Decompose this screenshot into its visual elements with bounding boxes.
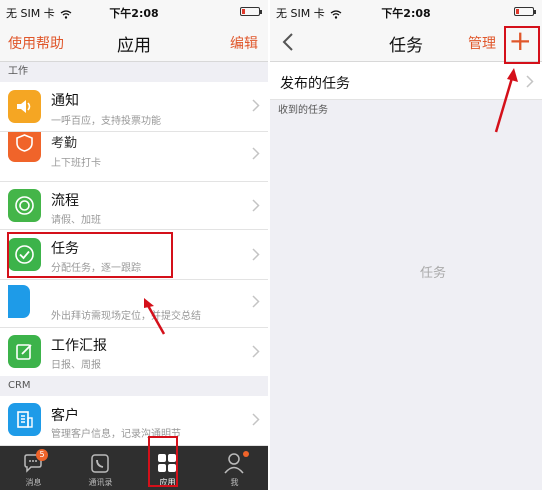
app-name: 流程 [51, 193, 79, 209]
unread-badge: 5 [36, 449, 48, 461]
app-row-attendance[interactable]: 考勤 上下班打卡 [0, 132, 268, 182]
app-row-task[interactable]: 任务 分配任务，逐一跟踪 [0, 230, 268, 280]
page-title: 应用 [117, 36, 151, 56]
app-name: 通知 [51, 93, 79, 109]
app-desc: 分配任务，逐一跟踪 [51, 263, 141, 274]
check-circle-icon [8, 238, 41, 271]
notification-dot [243, 451, 249, 457]
task-list-empty-area: 任务 [270, 122, 542, 490]
app-name: 任务 [51, 241, 79, 257]
app-desc: 上下班打卡 [51, 158, 101, 169]
location-icon [8, 285, 30, 318]
app-desc: 外出拜访需现场定位，并提交总结 [51, 311, 201, 322]
tab-label: 我 [230, 478, 239, 487]
edit-icon [8, 335, 41, 368]
tab-contacts[interactable]: 通讯录 [67, 446, 134, 490]
nav-bar: 使用帮助 应用 编辑 [0, 22, 268, 62]
tab-label: 应用 [159, 478, 176, 487]
building-icon [8, 403, 41, 436]
app-list-crm: 客户 管理客户信息，记录沟通明节 [0, 396, 268, 446]
page-title: 任务 [389, 36, 423, 56]
app-desc: 日报、周报 [51, 360, 101, 371]
chevron-right-icon [252, 99, 260, 112]
task-screen: 无 SIM 卡 下午2:08 任务 管理 + 发布的任务 收到的任务 任务 [270, 0, 542, 490]
chevron-right-icon [252, 413, 260, 426]
apps-screen: 无 SIM 卡 下午2:08 使用帮助 应用 编辑 工作 通知 一呼百应，支持投… [0, 0, 268, 490]
manage-button[interactable]: 管理 [468, 33, 496, 53]
speaker-icon [8, 90, 41, 123]
tab-apps[interactable]: 应用 [134, 446, 201, 490]
chevron-right-icon [526, 75, 534, 88]
app-row-workflow[interactable]: 流程 请假、加班 [0, 182, 268, 230]
app-name: 工作汇报 [51, 338, 107, 354]
app-row-field-visit[interactable]: 外出拜访需现场定位，并提交总结 [0, 280, 268, 328]
app-desc: 一呼百应，支持投票功能 [51, 116, 161, 127]
status-bar: 无 SIM 卡 下午2:08 [270, 0, 542, 22]
chevron-right-icon [252, 345, 260, 358]
section-header-crm: CRM [0, 376, 268, 396]
annotation-arrow [144, 298, 166, 335]
apps-grid-icon [158, 454, 176, 472]
chevron-right-icon [252, 295, 260, 308]
empty-state-text: 任务 [420, 266, 447, 281]
chevron-right-icon [252, 199, 260, 212]
tab-messages[interactable]: 5 消息 [0, 446, 67, 490]
status-time: 下午2:08 [109, 7, 159, 20]
app-name: 客户 [51, 408, 79, 424]
edit-button[interactable]: 编辑 [230, 33, 258, 53]
chevron-right-icon [252, 248, 260, 261]
target-icon [8, 189, 41, 222]
app-row-work-report[interactable]: 工作汇报 日报、周报 [0, 328, 268, 376]
add-button[interactable]: + [509, 24, 532, 58]
chevron-right-icon [252, 147, 260, 160]
tab-me[interactable]: 我 [201, 446, 268, 490]
nav-bar: 任务 管理 + [270, 22, 542, 62]
app-row-customer[interactable]: 客户 管理客户信息，记录沟通明节 [0, 396, 268, 446]
app-list-work: 通知 一呼百应，支持投票功能 考勤 上下班打卡 流程 请假、加班 任务 分配任务… [0, 82, 268, 376]
phone-icon [91, 454, 109, 473]
app-name: 考勤 [51, 136, 78, 151]
app-desc: 请假、加班 [51, 215, 101, 226]
app-row-notice[interactable]: 通知 一呼百应，支持投票功能 [0, 82, 268, 132]
battery-icon [240, 7, 262, 16]
status-bar: 无 SIM 卡 下午2:08 [0, 0, 268, 22]
tab-label: 消息 [25, 478, 42, 487]
battery-icon [514, 7, 536, 16]
status-time: 下午2:08 [381, 7, 431, 20]
shield-check-icon [8, 132, 41, 162]
row-label: 发布的任务 [280, 76, 350, 92]
section-header-work: 工作 [0, 62, 268, 82]
app-desc: 管理客户信息，记录沟通明节 [51, 429, 181, 440]
tab-label: 通讯录 [88, 478, 113, 487]
person-icon [224, 453, 244, 474]
tab-bar: 5 消息 通讯录 应用 我 [0, 446, 268, 490]
annotation-arrow [494, 68, 518, 133]
